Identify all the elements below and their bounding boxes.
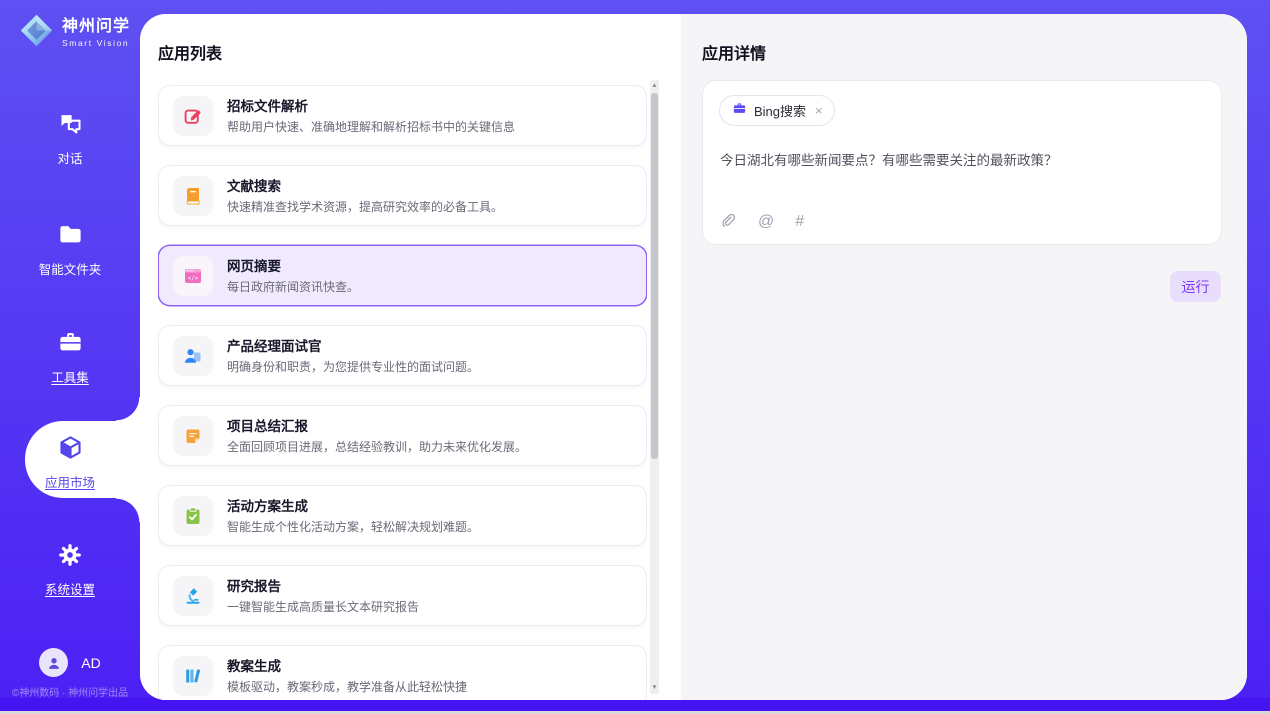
app-card-title: 网页摘要	[227, 258, 359, 275]
app-card-title: 教案生成	[227, 658, 467, 675]
research-icon	[173, 576, 213, 616]
prompt-card: Bing搜索 × 今日湖北有哪些新闻要点？有哪些需要关注的最新政策？ @ #	[702, 80, 1222, 245]
app-card-description: 明确身份和职责，为您提供专业性的面试问题。	[227, 360, 479, 374]
app-list-panel: 应用列表 招标文件解析帮助用户快速、准确地理解和解析招标书中的关键信息 文献搜索…	[140, 14, 681, 700]
app-detail-panel: 应用详情 Bing搜索 × 今日湖北有哪些新闻要点？有哪些需要关注的最新政策？	[681, 14, 1247, 700]
hash-icon[interactable]: #	[795, 213, 804, 230]
sidebar-item-app-market[interactable]: 应用市场	[0, 434, 140, 491]
app-card-bid-doc-parse[interactable]: 招标文件解析帮助用户快速、准确地理解和解析招标书中的关键信息	[158, 85, 647, 146]
briefcase-icon	[732, 101, 747, 121]
app-card-description: 每日政府新闻资讯快查。	[227, 280, 359, 294]
briefcase-icon	[57, 329, 84, 361]
sidebar-item-label: 工具集	[51, 367, 89, 386]
user-icon	[45, 654, 63, 672]
app-card-title: 产品经理面试官	[227, 338, 479, 355]
app-card-pm-interviewer[interactable]: 产品经理面试官明确身份和职责，为您提供专业性的面试问题。	[158, 325, 647, 386]
interviewer-icon	[173, 336, 213, 376]
scroll-down-icon[interactable]: ▼	[650, 682, 659, 694]
app-card-title: 研究报告	[227, 578, 419, 595]
app-window: 神州问学 Smart Vision 对话 智能文件夹 工具集 应用市场	[0, 0, 1270, 714]
close-icon[interactable]: ×	[815, 103, 823, 118]
avatar[interactable]	[39, 648, 68, 677]
run-button[interactable]: 运行	[1170, 271, 1221, 302]
app-detail-title: 应用详情	[702, 40, 766, 64]
app-card-description: 帮助用户快速、准确地理解和解析招标书中的关键信息	[227, 120, 515, 134]
brand-logo: 神州问学 Smart Vision	[18, 12, 130, 54]
app-card-event-plan[interactable]: 活动方案生成智能生成个性化活动方案，轻松解决规划难题。	[158, 485, 647, 546]
sidebar-item-smart-folder[interactable]: 智能文件夹	[0, 221, 140, 278]
sidebar-item-label: 智能文件夹	[39, 259, 102, 278]
app-card-title: 招标文件解析	[227, 98, 515, 115]
mention-icon[interactable]: @	[758, 213, 774, 230]
webpage-icon: </>	[173, 256, 213, 296]
main-content: 应用列表 招标文件解析帮助用户快速、准确地理解和解析招标书中的关键信息 文献搜索…	[140, 14, 1247, 700]
cube-icon	[57, 434, 84, 466]
sidebar-item-label: 系统设置	[45, 579, 95, 598]
sidebar-item-settings[interactable]: 系统设置	[0, 542, 140, 598]
books-icon	[173, 656, 213, 696]
app-card-research-report[interactable]: 研究报告一键智能生成高质量长文本研究报告	[158, 565, 647, 626]
folder-icon	[57, 221, 84, 253]
user-row[interactable]: AD	[0, 648, 140, 677]
tool-chip-label: Bing搜索	[754, 101, 806, 120]
pen-edit-icon	[173, 96, 213, 136]
app-card-description: 一键智能生成高质量长文本研究报告	[227, 600, 419, 614]
note-icon	[173, 416, 213, 456]
copyright-footer: ©神州数码 · 神州问学出品	[0, 684, 140, 699]
user-name: AD	[81, 655, 100, 671]
sidebar-item-toolkit[interactable]: 工具集	[0, 329, 140, 386]
sidebar-item-label: 应用市场	[45, 472, 95, 491]
app-card-web-summary[interactable]: </> 网页摘要每日政府新闻资讯快查。	[158, 245, 647, 306]
sidebar-item-chat[interactable]: 对话	[0, 110, 140, 167]
sidebar: 神州问学 Smart Vision 对话 智能文件夹 工具集 应用市场	[0, 0, 140, 698]
tool-chip-bing-search[interactable]: Bing搜索 ×	[719, 95, 835, 126]
diamond-logo-icon	[18, 12, 55, 54]
scrollbar-thumb[interactable]	[651, 93, 658, 459]
app-card-description: 快速精准查找学术资源，提高研究效率的必备工具。	[227, 200, 503, 214]
app-card-description: 模板驱动，教案秒成，教学准备从此轻松快捷	[227, 680, 467, 694]
sidebar-item-label: 对话	[57, 148, 82, 167]
app-card-title: 活动方案生成	[227, 498, 479, 515]
app-card-project-summary[interactable]: 项目总结汇报全面回顾项目进展，总结经验教训，助力未来优化发展。	[158, 405, 647, 466]
brand-subtitle: Smart Vision	[62, 38, 130, 48]
prompt-input[interactable]: 今日湖北有哪些新闻要点？有哪些需要关注的最新政策？	[720, 151, 1201, 170]
app-card-literature-search[interactable]: 文献搜索快速精准查找学术资源，提高研究效率的必备工具。	[158, 165, 647, 226]
chat-icon	[57, 110, 84, 142]
app-list-title: 应用列表	[158, 40, 222, 64]
app-card-description: 全面回顾项目进展，总结经验教训，助力未来优化发展。	[227, 440, 527, 454]
attachment-icon[interactable]	[720, 213, 737, 230]
app-card-list: 招标文件解析帮助用户快速、准确地理解和解析招标书中的关键信息 文献搜索快速精准查…	[158, 85, 647, 700]
app-card-title: 文献搜索	[227, 178, 503, 195]
svg-text:</>: </>	[188, 274, 199, 281]
app-card-description: 智能生成个性化活动方案，轻松解决规划难题。	[227, 520, 479, 534]
app-card-title: 项目总结汇报	[227, 418, 527, 435]
clipboard-check-icon	[173, 496, 213, 536]
scroll-up-icon[interactable]: ▲	[650, 80, 659, 92]
scrollbar-track[interactable]: ▲ ▼	[650, 80, 659, 694]
book-icon	[173, 176, 213, 216]
gear-icon	[57, 542, 83, 573]
brand-name: 神州问学	[62, 18, 130, 36]
composer-toolbar: @ #	[720, 213, 804, 230]
app-card-lesson-plan[interactable]: 教案生成模板驱动，教案秒成，教学准备从此轻松快捷	[158, 645, 647, 700]
